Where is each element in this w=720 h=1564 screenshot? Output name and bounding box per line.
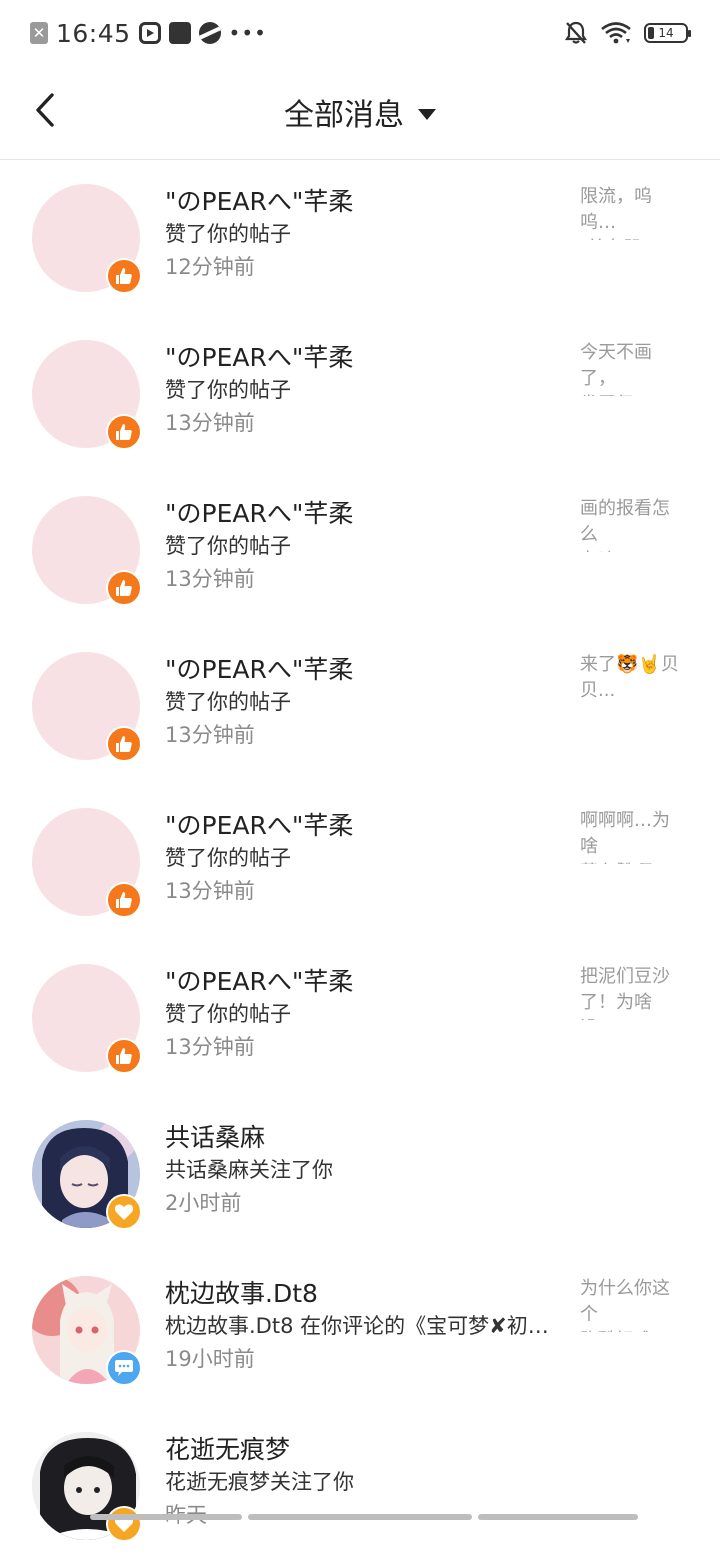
thumbs-up-icon <box>106 1038 142 1074</box>
message-action: 赞了你的帖子 <box>165 1002 291 1026</box>
message-time: 12分钟前 <box>165 255 255 279</box>
status-time: 16:45 <box>56 18 131 48</box>
bottom-edge-bars <box>0 1514 720 1520</box>
thumbs-up-icon <box>106 414 142 450</box>
message-action: 赞了你的帖子 <box>165 534 291 558</box>
sender-name: "のPEARへ"芊柔 <box>165 655 354 684</box>
sender-name: "のPEARへ"芊柔 <box>165 811 354 840</box>
message-action: 花逝无痕梦关注了你 <box>165 1470 354 1494</box>
caret-down-icon <box>418 108 436 120</box>
square-app-icon <box>168 22 191 44</box>
sender-name: 花逝无痕梦 <box>165 1435 291 1464</box>
thumbs-up-icon <box>106 258 142 294</box>
page-title: 全部消息 <box>284 98 404 133</box>
message-time: 13分钟前 <box>165 1035 255 1059</box>
thumbs-up-icon <box>106 570 142 606</box>
message-item[interactable]: 共话桑麻 共话桑麻关注了你 2小时前 <box>0 1096 720 1252</box>
sender-name: "のPEARへ"芊柔 <box>165 499 354 528</box>
message-item[interactable]: 枕边故事.Dt8 枕边故事.Dt8 在你评论的《宝可梦✘初音-妖… 19小时前 … <box>0 1252 720 1408</box>
battery-icon: 14 <box>644 23 691 43</box>
sender-name: "のPEARへ"芊柔 <box>165 343 354 372</box>
post-preview[interactable]: 来了🐯🤘贝 贝... <box>580 652 684 708</box>
wifi-icon <box>601 22 631 44</box>
bottom-bar-segment <box>478 1514 638 1520</box>
notification-close-icon: ✕ <box>30 22 48 44</box>
message-item[interactable]: "のPEARへ"芊柔 赞了你的帖子 13分钟前 今天不画了， 发蛋仔了... <box>0 316 720 472</box>
message-filter-dropdown[interactable]: 全部消息 <box>0 90 720 134</box>
player-app-icon <box>138 22 161 44</box>
message-time: 13分钟前 <box>165 723 255 747</box>
message-time: 2小时前 <box>165 1191 242 1215</box>
status-right: 14 <box>564 16 691 50</box>
message-time: 19小时前 <box>165 1347 255 1371</box>
post-preview[interactable]: 把泥们豆沙 了！为啥没... <box>580 964 684 1020</box>
status-bar: ✕ 16:45 ••• 14 <box>0 0 720 64</box>
message-time: 13分钟前 <box>165 567 255 591</box>
status-left: ✕ 16:45 ••• <box>30 16 267 50</box>
message-time: 13分钟前 <box>165 411 255 435</box>
thumbs-up-icon <box>106 726 142 762</box>
message-action: 赞了你的帖子 <box>165 690 291 714</box>
sender-name: 共话桑麻 <box>165 1123 266 1152</box>
message-item[interactable]: "のPEARへ"芊柔 赞了你的帖子 13分钟前 画的报看怎么 办嘛？！... <box>0 472 720 628</box>
header: 全部消息 <box>0 64 720 160</box>
post-preview[interactable]: 画的报看怎么 办嘛？！... <box>580 496 684 552</box>
message-item[interactable]: "のPEARへ"芊柔 赞了你的帖子 13分钟前 来了🐯🤘贝 贝... <box>0 628 720 784</box>
post-preview[interactable]: 啊啊啊…为啥 莫有赞啊... <box>580 808 684 864</box>
post-preview[interactable]: 为什么你这个 跑酷好难... <box>580 1276 684 1332</box>
message-action: 赞了你的帖子 <box>165 222 291 246</box>
thumbs-up-icon <box>106 882 142 918</box>
message-action: 共话桑麻关注了你 <box>165 1158 333 1182</box>
message-item[interactable]: 花逝无痕梦 花逝无痕梦关注了你 昨天 <box>0 1408 720 1564</box>
message-list: "のPEARへ"芊柔 赞了你的帖子 12分钟前 限流，呜呜… (美女哭... "… <box>0 160 720 1564</box>
sender-name: "のPEARへ"芊柔 <box>165 187 354 216</box>
message-action: 赞了你的帖子 <box>165 846 291 870</box>
heart-icon <box>106 1506 142 1542</box>
heart-icon <box>106 1194 142 1230</box>
message-item[interactable]: "のPEARへ"芊柔 赞了你的帖子 13分钟前 啊啊啊…为啥 莫有赞啊... <box>0 784 720 940</box>
message-item[interactable]: "のPEARへ"芊柔 赞了你的帖子 12分钟前 限流，呜呜… (美女哭... <box>0 160 720 316</box>
planet-app-icon <box>198 22 221 44</box>
sender-name: "のPEARへ"芊柔 <box>165 967 354 996</box>
message-action: 枕边故事.Dt8 在你评论的《宝可梦✘初音-妖… <box>165 1314 560 1338</box>
sender-name: 枕边故事.Dt8 <box>165 1279 318 1308</box>
bell-off-icon <box>564 21 588 44</box>
post-preview[interactable]: 今天不画了， 发蛋仔了... <box>580 340 684 396</box>
more-notifications-icon: ••• <box>228 21 267 45</box>
message-item[interactable]: "のPEARへ"芊柔 赞了你的帖子 13分钟前 把泥们豆沙 了！为啥没... <box>0 940 720 1096</box>
bottom-bar-segment <box>248 1514 472 1520</box>
comment-icon <box>106 1350 142 1386</box>
post-preview[interactable]: 限流，呜呜… (美女哭... <box>580 184 684 240</box>
bottom-bar-segment <box>90 1514 242 1520</box>
message-action: 赞了你的帖子 <box>165 378 291 402</box>
message-time: 13分钟前 <box>165 879 255 903</box>
